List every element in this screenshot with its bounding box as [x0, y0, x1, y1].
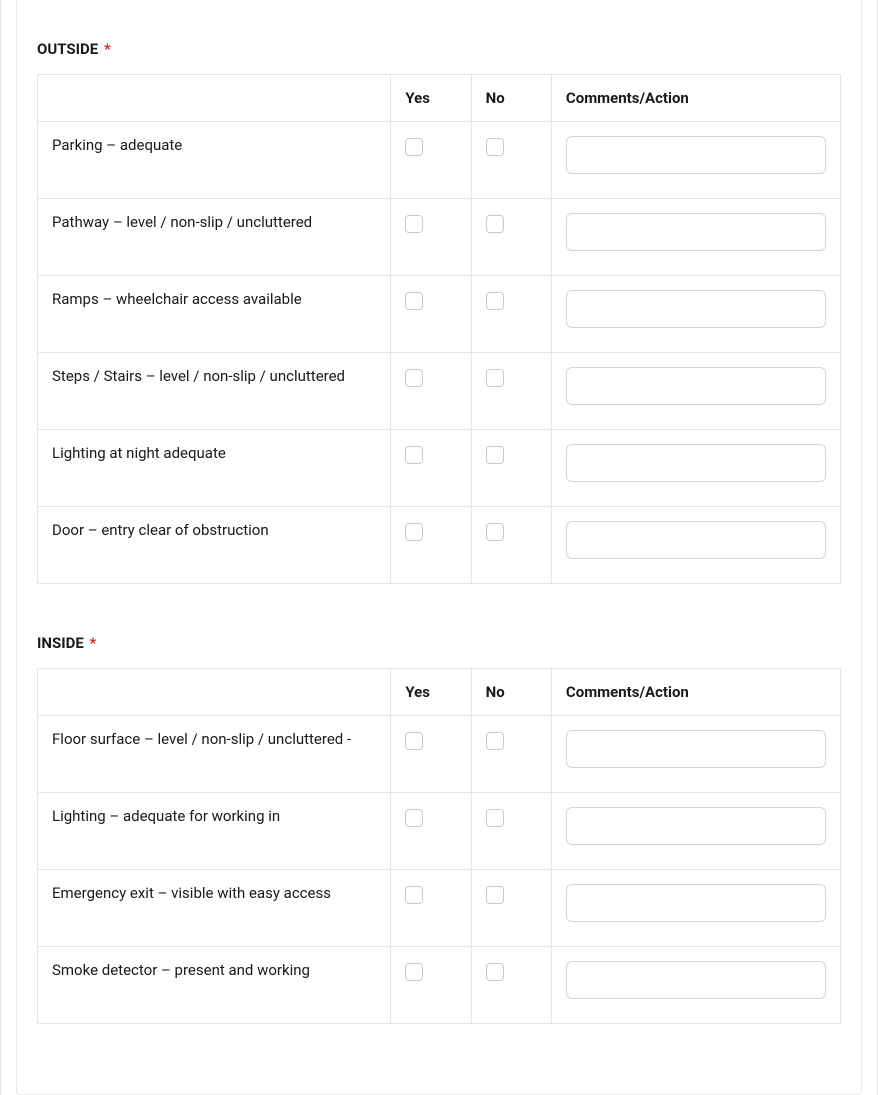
comment-input[interactable]	[566, 290, 826, 328]
page-wrapper: OUTSIDE * Yes No Comments/Action Parking…	[0, 0, 878, 1095]
row-label: Lighting at night adequate	[52, 444, 226, 462]
row-label: Ramps – wheelchair access available	[52, 290, 302, 308]
header-no: No	[471, 669, 551, 716]
row-label: Emergency exit – visible with easy acces…	[52, 884, 331, 902]
checkbox-no[interactable]	[486, 215, 504, 233]
header-yes: Yes	[391, 669, 471, 716]
row-label: Floor surface – level / non-slip / unclu…	[52, 730, 351, 748]
table-row: Parking – adequate	[38, 122, 841, 199]
checkbox-yes[interactable]	[405, 732, 423, 750]
section-outside: OUTSIDE * Yes No Comments/Action Parking…	[37, 40, 841, 584]
comment-input[interactable]	[566, 730, 826, 768]
row-label: Door – entry clear of obstruction	[52, 521, 269, 539]
row-label: Steps / Stairs – level / non-slip / uncl…	[52, 367, 345, 385]
header-no: No	[471, 75, 551, 122]
table-row: Floor surface – level / non-slip / unclu…	[38, 716, 841, 793]
table-row: Emergency exit – visible with easy acces…	[38, 870, 841, 947]
table-row: Lighting at night adequate	[38, 430, 841, 507]
checkbox-yes[interactable]	[405, 369, 423, 387]
checkbox-yes[interactable]	[405, 523, 423, 541]
header-item	[38, 669, 391, 716]
comment-input[interactable]	[566, 521, 826, 559]
table-row: Ramps – wheelchair access available	[38, 276, 841, 353]
table-row: Door – entry clear of obstruction	[38, 507, 841, 584]
checkbox-no[interactable]	[486, 886, 504, 904]
section-title-outside: OUTSIDE *	[37, 40, 841, 58]
row-label: Lighting – adequate for working in	[52, 807, 280, 825]
checkbox-no[interactable]	[486, 138, 504, 156]
checkbox-yes[interactable]	[405, 446, 423, 464]
row-label: Parking – adequate	[52, 136, 182, 154]
row-label: Pathway – level / non-slip / uncluttered	[52, 213, 312, 231]
checkbox-no[interactable]	[486, 446, 504, 464]
comment-input[interactable]	[566, 444, 826, 482]
required-marker: *	[104, 40, 111, 58]
section-title-inside: INSIDE *	[37, 634, 841, 652]
header-comments: Comments/Action	[551, 669, 840, 716]
checkbox-yes[interactable]	[405, 215, 423, 233]
form-card: OUTSIDE * Yes No Comments/Action Parking…	[16, 0, 862, 1095]
header-yes: Yes	[391, 75, 471, 122]
checkbox-no[interactable]	[486, 292, 504, 310]
inside-table: Yes No Comments/Action Floor surface – l…	[37, 668, 841, 1024]
checkbox-no[interactable]	[486, 963, 504, 981]
checkbox-yes[interactable]	[405, 886, 423, 904]
checkbox-yes[interactable]	[405, 292, 423, 310]
checkbox-no[interactable]	[486, 369, 504, 387]
required-marker: *	[90, 634, 97, 652]
comment-input[interactable]	[566, 884, 826, 922]
section-title-text: INSIDE	[37, 634, 84, 652]
comment-input[interactable]	[566, 807, 826, 845]
section-title-text: OUTSIDE	[37, 40, 98, 58]
checkbox-yes[interactable]	[405, 963, 423, 981]
table-row: Lighting – adequate for working in	[38, 793, 841, 870]
comment-input[interactable]	[566, 367, 826, 405]
checkbox-no[interactable]	[486, 523, 504, 541]
table-row: Pathway – level / non-slip / uncluttered	[38, 199, 841, 276]
table-row: Steps / Stairs – level / non-slip / uncl…	[38, 353, 841, 430]
checkbox-yes[interactable]	[405, 809, 423, 827]
row-label: Smoke detector – present and working	[52, 961, 310, 979]
table-row: Smoke detector – present and working	[38, 947, 841, 1024]
outside-table: Yes No Comments/Action Parking – adequat…	[37, 74, 841, 584]
checkbox-no[interactable]	[486, 809, 504, 827]
comment-input[interactable]	[566, 136, 826, 174]
section-inside: INSIDE * Yes No Comments/Action Floor su…	[37, 634, 841, 1024]
comment-input[interactable]	[566, 213, 826, 251]
comment-input[interactable]	[566, 961, 826, 999]
header-comments: Comments/Action	[551, 75, 840, 122]
checkbox-yes[interactable]	[405, 138, 423, 156]
header-item	[38, 75, 391, 122]
checkbox-no[interactable]	[486, 732, 504, 750]
